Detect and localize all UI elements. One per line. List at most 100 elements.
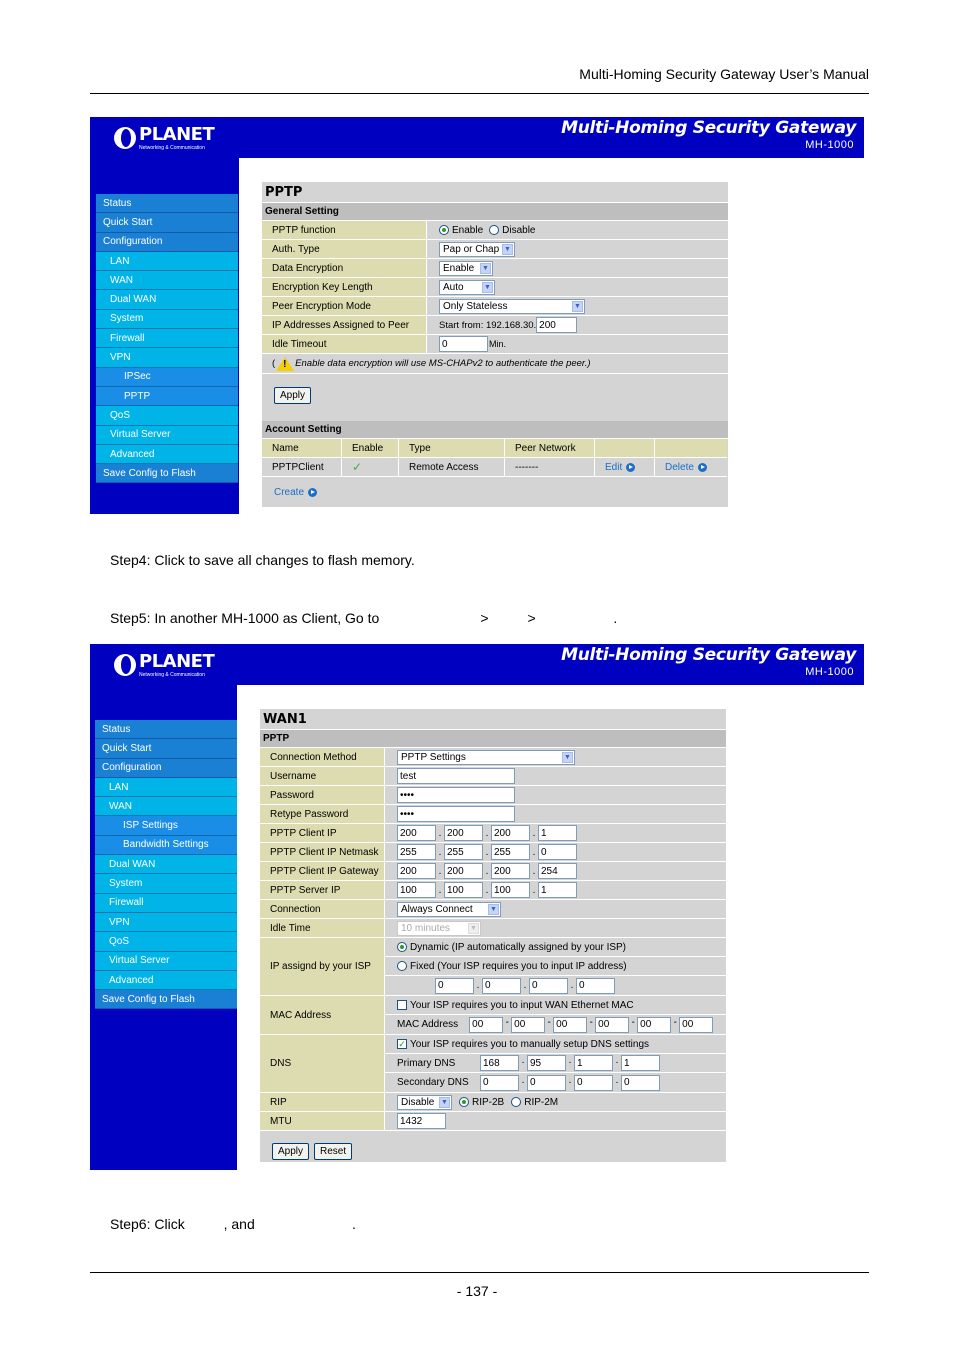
sidebar-item-configuration[interactable]: Configuration [95,758,237,778]
sidebar-item-quick-start[interactable]: Quick Start [96,213,238,233]
client-netmask-octet-1[interactable]: 255 [397,844,436,860]
apply-button[interactable]: Apply [272,1142,310,1160]
mac-octet-1[interactable]: 00 [469,1016,504,1033]
client-ip-octet-4[interactable]: 1 [538,825,577,841]
sidebar-item-dual-wan[interactable]: Dual WAN [96,290,238,310]
connection-method-select[interactable]: PPTP Settings ▼ [397,749,575,765]
client-ip-octet-3[interactable]: 200 [491,825,530,841]
sidebar-item-configuration[interactable]: Configuration [96,232,238,252]
mac-octet-6[interactable]: 00 [679,1016,714,1033]
mac-checkbox-label: Your ISP requires you to input WAN Ether… [410,999,634,1011]
mac-octet-4[interactable]: 00 [595,1016,630,1033]
mac-octet-5[interactable]: 00 [637,1016,672,1033]
username-input[interactable]: test [397,768,515,784]
sidebar-item-firewall[interactable]: Firewall [96,329,238,349]
client-netmask-octet-4[interactable]: 0 [538,844,577,860]
fixed-ip-octet-4[interactable]: 0 [576,977,615,994]
sidebar-item-vpn[interactable]: VPN [96,348,238,368]
sidebar-item-bandwidth-settings[interactable]: Bandwidth Settings [95,835,237,856]
delete-link[interactable]: Delete [665,462,707,473]
primary-dns-octet-4[interactable]: 1 [621,1055,660,1071]
client-netmask-octet-2[interactable]: 255 [444,844,483,860]
mac-octet-2[interactable]: 00 [511,1016,546,1033]
client-gateway-octet-4[interactable]: 254 [538,863,577,879]
create-link[interactable]: Create [274,487,318,498]
sidebar-item-pptp[interactable]: PPTP [96,386,238,407]
sidebar-item-qos[interactable]: QoS [95,932,237,952]
secondary-dns-octet-4[interactable]: 0 [621,1074,660,1091]
client-gateway-octet-2[interactable]: 200 [444,863,483,879]
password-input[interactable]: •••• [397,787,515,803]
sidebar-item-lan[interactable]: LAN [96,251,238,272]
client-netmask-octet-3[interactable]: 255 [491,844,530,860]
data-encryption-select[interactable]: Enable ▼ [439,260,493,276]
primary-dns-octet-2[interactable]: 95 [527,1055,566,1071]
sidebar-item-lan[interactable]: LAN [95,777,237,798]
server-ip-octet-1[interactable]: 100 [397,882,436,898]
sidebar-item-save-config-to-flash[interactable]: Save Config to Flash [96,464,238,484]
key-length-select[interactable]: Auto ▼ [439,279,495,295]
reset-button[interactable]: Reset [314,1142,353,1160]
retype-password-input[interactable]: •••• [397,806,515,822]
client-gateway-row: PPTP Client IP Gateway 200. 200. 200. 254 [260,862,726,881]
mac-address-value: Your ISP requires you to input WAN Ether… [385,996,726,1034]
sidebar-item-system[interactable]: System [96,309,238,330]
planet-logo-icon [114,127,136,149]
enable-radio[interactable] [439,225,449,235]
dynamic-ip-radio[interactable] [397,942,407,952]
sidebar-item-dual-wan[interactable]: Dual WAN [95,855,237,875]
sidebar-item-save-config-to-flash[interactable]: Save Config to Flash [95,990,237,1010]
mac-octet-3[interactable]: 00 [553,1016,588,1033]
sidebar-item-virtual-server[interactable]: Virtual Server [95,951,237,971]
mtu-input[interactable]: 1432 [397,1113,446,1129]
sidebar-item-advanced[interactable]: Advanced [96,444,238,465]
rip-2b-radio[interactable] [459,1097,469,1107]
ip-start-input[interactable]: 200 [536,317,578,333]
client-ip-octet-2[interactable]: 200 [444,825,483,841]
apply-button[interactable]: Apply [274,386,312,404]
client-gateway-octet-3[interactable]: 200 [491,863,530,879]
sidebar-item-virtual-server[interactable]: Virtual Server [96,425,238,445]
sidebar-item-status[interactable]: Status [95,720,237,740]
server-ip-octet-2[interactable]: 100 [444,882,483,898]
key-length-label: Encryption Key Length [262,278,427,296]
secondary-dns-octet-1[interactable]: 0 [480,1074,519,1091]
idle-timeout-input[interactable]: 0 [439,336,488,352]
sidebar-item-isp-settings[interactable]: ISP Settings [95,816,237,836]
sidebar-item-qos[interactable]: QoS [96,406,238,426]
product-model: MH-1000 [805,666,854,678]
server-ip-octet-3[interactable]: 100 [491,882,530,898]
connection-select[interactable]: Always Connect ▼ [397,901,501,917]
primary-dns-octet-3[interactable]: 1 [574,1055,613,1071]
sidebar-item-firewall[interactable]: Firewall [95,893,237,913]
secondary-dns-octet-2[interactable]: 0 [527,1074,566,1091]
edit-link[interactable]: Edit [605,462,636,473]
sidebar-item-status[interactable]: Status [96,194,238,214]
sidebar-nav: Status Quick Start Configuration LAN WAN ISP … [90,685,237,1170]
secondary-dns-octet-3[interactable]: 0 [574,1074,613,1091]
dns-checkbox[interactable]: ✓ [397,1039,407,1049]
sidebar-item-system[interactable]: System [95,874,237,894]
sidebar-item-advanced[interactable]: Advanced [95,970,237,991]
peer-mode-select[interactable]: Only Stateless ▼ [439,298,585,314]
fixed-ip-octet-1[interactable]: 0 [435,977,474,994]
primary-dns-octet-1[interactable]: 168 [480,1055,519,1071]
rip-select[interactable]: Disable ▼ [397,1094,452,1110]
sidebar-item-ipsec[interactable]: IPSec [96,367,238,387]
sidebar-item-wan[interactable]: WAN [95,797,237,817]
sidebar-item-wan[interactable]: WAN [96,271,238,291]
sidebar-item-label: Advanced [109,974,154,986]
rip-2m-radio[interactable] [511,1097,522,1107]
disable-radio[interactable] [489,225,500,235]
sidebar-item-vpn[interactable]: VPN [95,912,237,933]
auth-type-select[interactable]: Pap or Chap ▼ [439,241,515,257]
mac-checkbox[interactable] [397,1000,407,1010]
fixed-ip-octet-3[interactable]: 0 [529,977,568,994]
idle-time-select: 10 minutes ▼ [397,920,481,936]
fixed-ip-radio[interactable] [397,961,407,971]
client-gateway-octet-1[interactable]: 200 [397,863,436,879]
sidebar-item-quick-start[interactable]: Quick Start [95,739,237,759]
client-ip-octet-1[interactable]: 200 [397,825,436,841]
server-ip-octet-4[interactable]: 1 [538,882,577,898]
fixed-ip-octet-2[interactable]: 0 [482,977,521,994]
